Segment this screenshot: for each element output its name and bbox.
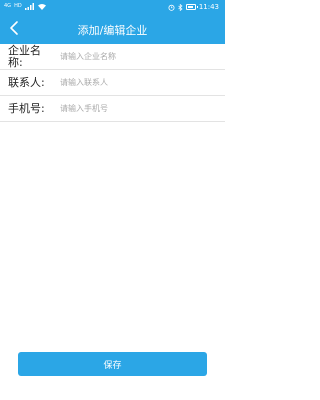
- status-right-group: 11:43: [168, 3, 219, 11]
- battery-icon: [185, 4, 198, 10]
- company-form: 企业名称: 联系人: 手机号:: [0, 44, 225, 122]
- phone-label: 手机号:: [8, 101, 45, 115]
- carrier-1: 4G: [4, 3, 12, 9]
- contact-input[interactable]: [60, 74, 218, 91]
- company-name-row: 企业名称:: [0, 44, 225, 70]
- status-time: 11:43: [198, 3, 219, 11]
- alarm-icon: [168, 4, 175, 11]
- app-header: 4G HD 11:43 添加/编辑企业: [0, 0, 225, 44]
- status-left-group: 4G HD: [4, 3, 46, 10]
- save-button[interactable]: 保存: [18, 352, 207, 376]
- bluetooth-icon: [178, 3, 183, 11]
- battery-fill: [187, 6, 193, 8]
- company-name-input[interactable]: [60, 48, 218, 65]
- page-title: 添加/编辑企业: [77, 24, 148, 37]
- status-bar: 4G HD 11:43: [0, 0, 225, 14]
- contact-label: 联系人:: [8, 75, 45, 89]
- company-name-label: 企业名称:: [8, 43, 41, 69]
- signal-icon: [24, 3, 34, 10]
- wifi-icon: [37, 4, 46, 10]
- phone-row: 手机号:: [0, 96, 225, 122]
- contact-row: 联系人:: [0, 70, 225, 96]
- carrier-2: HD: [14, 3, 22, 9]
- phone-input[interactable]: [60, 100, 218, 117]
